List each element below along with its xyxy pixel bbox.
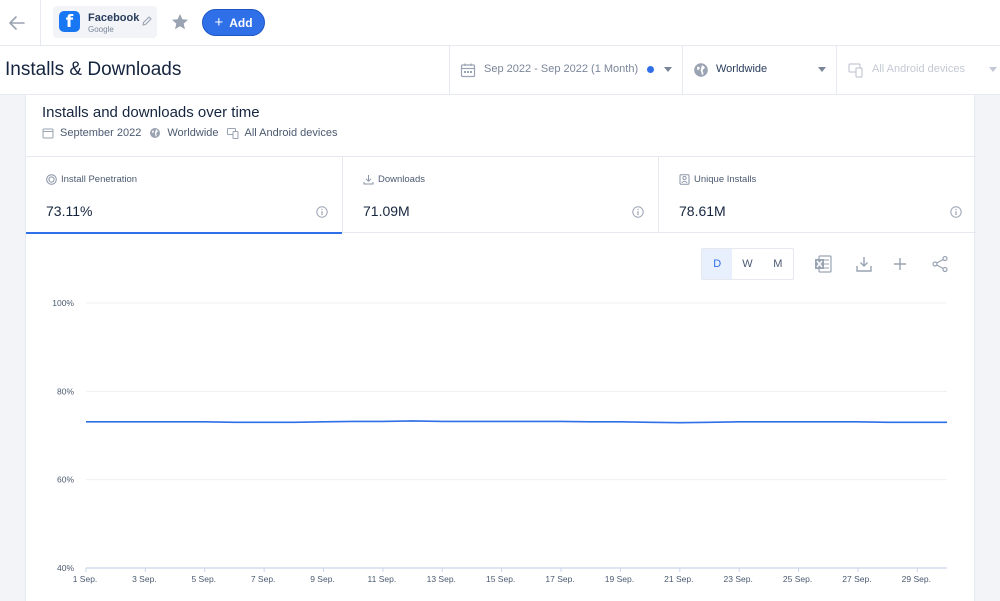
x-tick-label: 15 Sep. (486, 574, 515, 584)
y-tick-label: 100% (52, 298, 74, 308)
x-tick-label: 19 Sep. (605, 574, 634, 584)
y-tick-label: 60% (57, 475, 74, 485)
y-tick-label: 40% (57, 563, 74, 573)
x-tick-label: 11 Sep. (368, 574, 397, 584)
x-tick-label: 17 Sep. (545, 574, 574, 584)
series-line-install-penetration[interactable] (86, 420, 947, 424)
install-penetration-chart: 40% 60% 80% 100% 1 Sep. 3 Sep. 5 Sep. 7 Sep. 9 S… (52, 298, 947, 584)
x-tick-label: 27 Sep. (842, 574, 871, 584)
x-tick-label: 9 Sep. (310, 574, 335, 584)
x-tick-label: 21 Sep. (664, 574, 693, 584)
x-tick-label: 13 Sep. (427, 574, 456, 584)
y-tick-label: 80% (57, 386, 74, 396)
x-tick-label: 25 Sep. (783, 574, 812, 584)
x-tick-label: 7 Sep. (251, 574, 276, 584)
x-tick-label: 5 Sep. (191, 574, 216, 584)
x-tick-label: 1 Sep. (73, 574, 98, 584)
x-tick-label: 3 Sep. (132, 574, 157, 584)
x-tick-label: 29 Sep. (902, 574, 931, 584)
x-tick-label: 23 Sep. (724, 574, 753, 584)
